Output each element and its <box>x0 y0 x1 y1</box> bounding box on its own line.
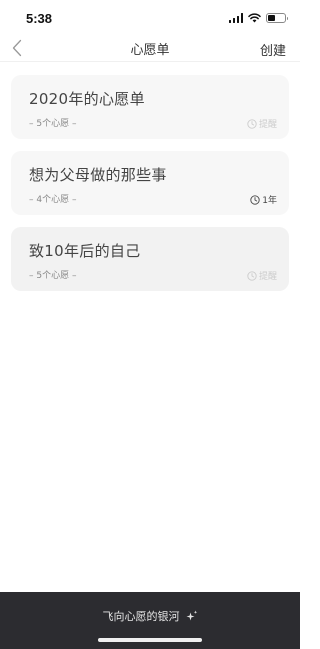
status-time: 5:38 <box>26 10 53 26</box>
nav-bar: 心愿单 创建 <box>0 36 300 62</box>
reminder-button[interactable]: 1年 <box>250 193 277 206</box>
wishlist-title: 致10年后的自己 <box>29 242 141 260</box>
wishlist-card[interactable]: 2020年的心愿单 – 5个心愿 – 提醒 <box>11 75 289 139</box>
home-indicator <box>98 638 202 642</box>
chevron-left-icon <box>12 39 22 57</box>
wishlist-title: 2020年的心愿单 <box>29 90 145 108</box>
wishlist-list: 2020年的心愿单 – 5个心愿 – 提醒 想为父母做的那些事 – 4个心愿 –… <box>11 75 289 303</box>
clock-icon <box>247 270 257 281</box>
reminder-label: 提醒 <box>258 272 277 282</box>
reminder-label: 提醒 <box>258 120 277 130</box>
page-title: 心愿单 <box>130 43 170 58</box>
reminder-button[interactable]: 提醒 <box>247 117 277 130</box>
galaxy-label: 飞向心愿的银河 <box>102 610 180 623</box>
clock-icon <box>247 118 257 129</box>
back-button[interactable] <box>12 38 26 58</box>
clock-icon <box>250 194 260 205</box>
galaxy-button[interactable]: 飞向心愿的银河 <box>103 608 198 624</box>
status-bar: 5:38 <box>0 0 300 36</box>
wifi-icon <box>248 13 261 23</box>
wishlist-title: 想为父母做的那些事 <box>29 166 167 184</box>
reminder-label: 1年 <box>262 196 277 206</box>
status-icons <box>228 13 288 23</box>
wishlist-card[interactable]: 想为父母做的那些事 – 4个心愿 – 1年 <box>11 151 289 215</box>
sparkle-icon <box>186 610 197 621</box>
signal-icon <box>228 13 243 23</box>
battery-fill <box>268 15 276 21</box>
battery-icon <box>266 13 288 23</box>
create-button[interactable]: 创建 <box>260 40 286 59</box>
wishlist-card[interactable]: 致10年后的自己 – 5个心愿 – 提醒 <box>11 227 289 291</box>
reminder-button[interactable]: 提醒 <box>247 269 277 282</box>
bottom-bar: 飞向心愿的银河 <box>0 592 300 649</box>
